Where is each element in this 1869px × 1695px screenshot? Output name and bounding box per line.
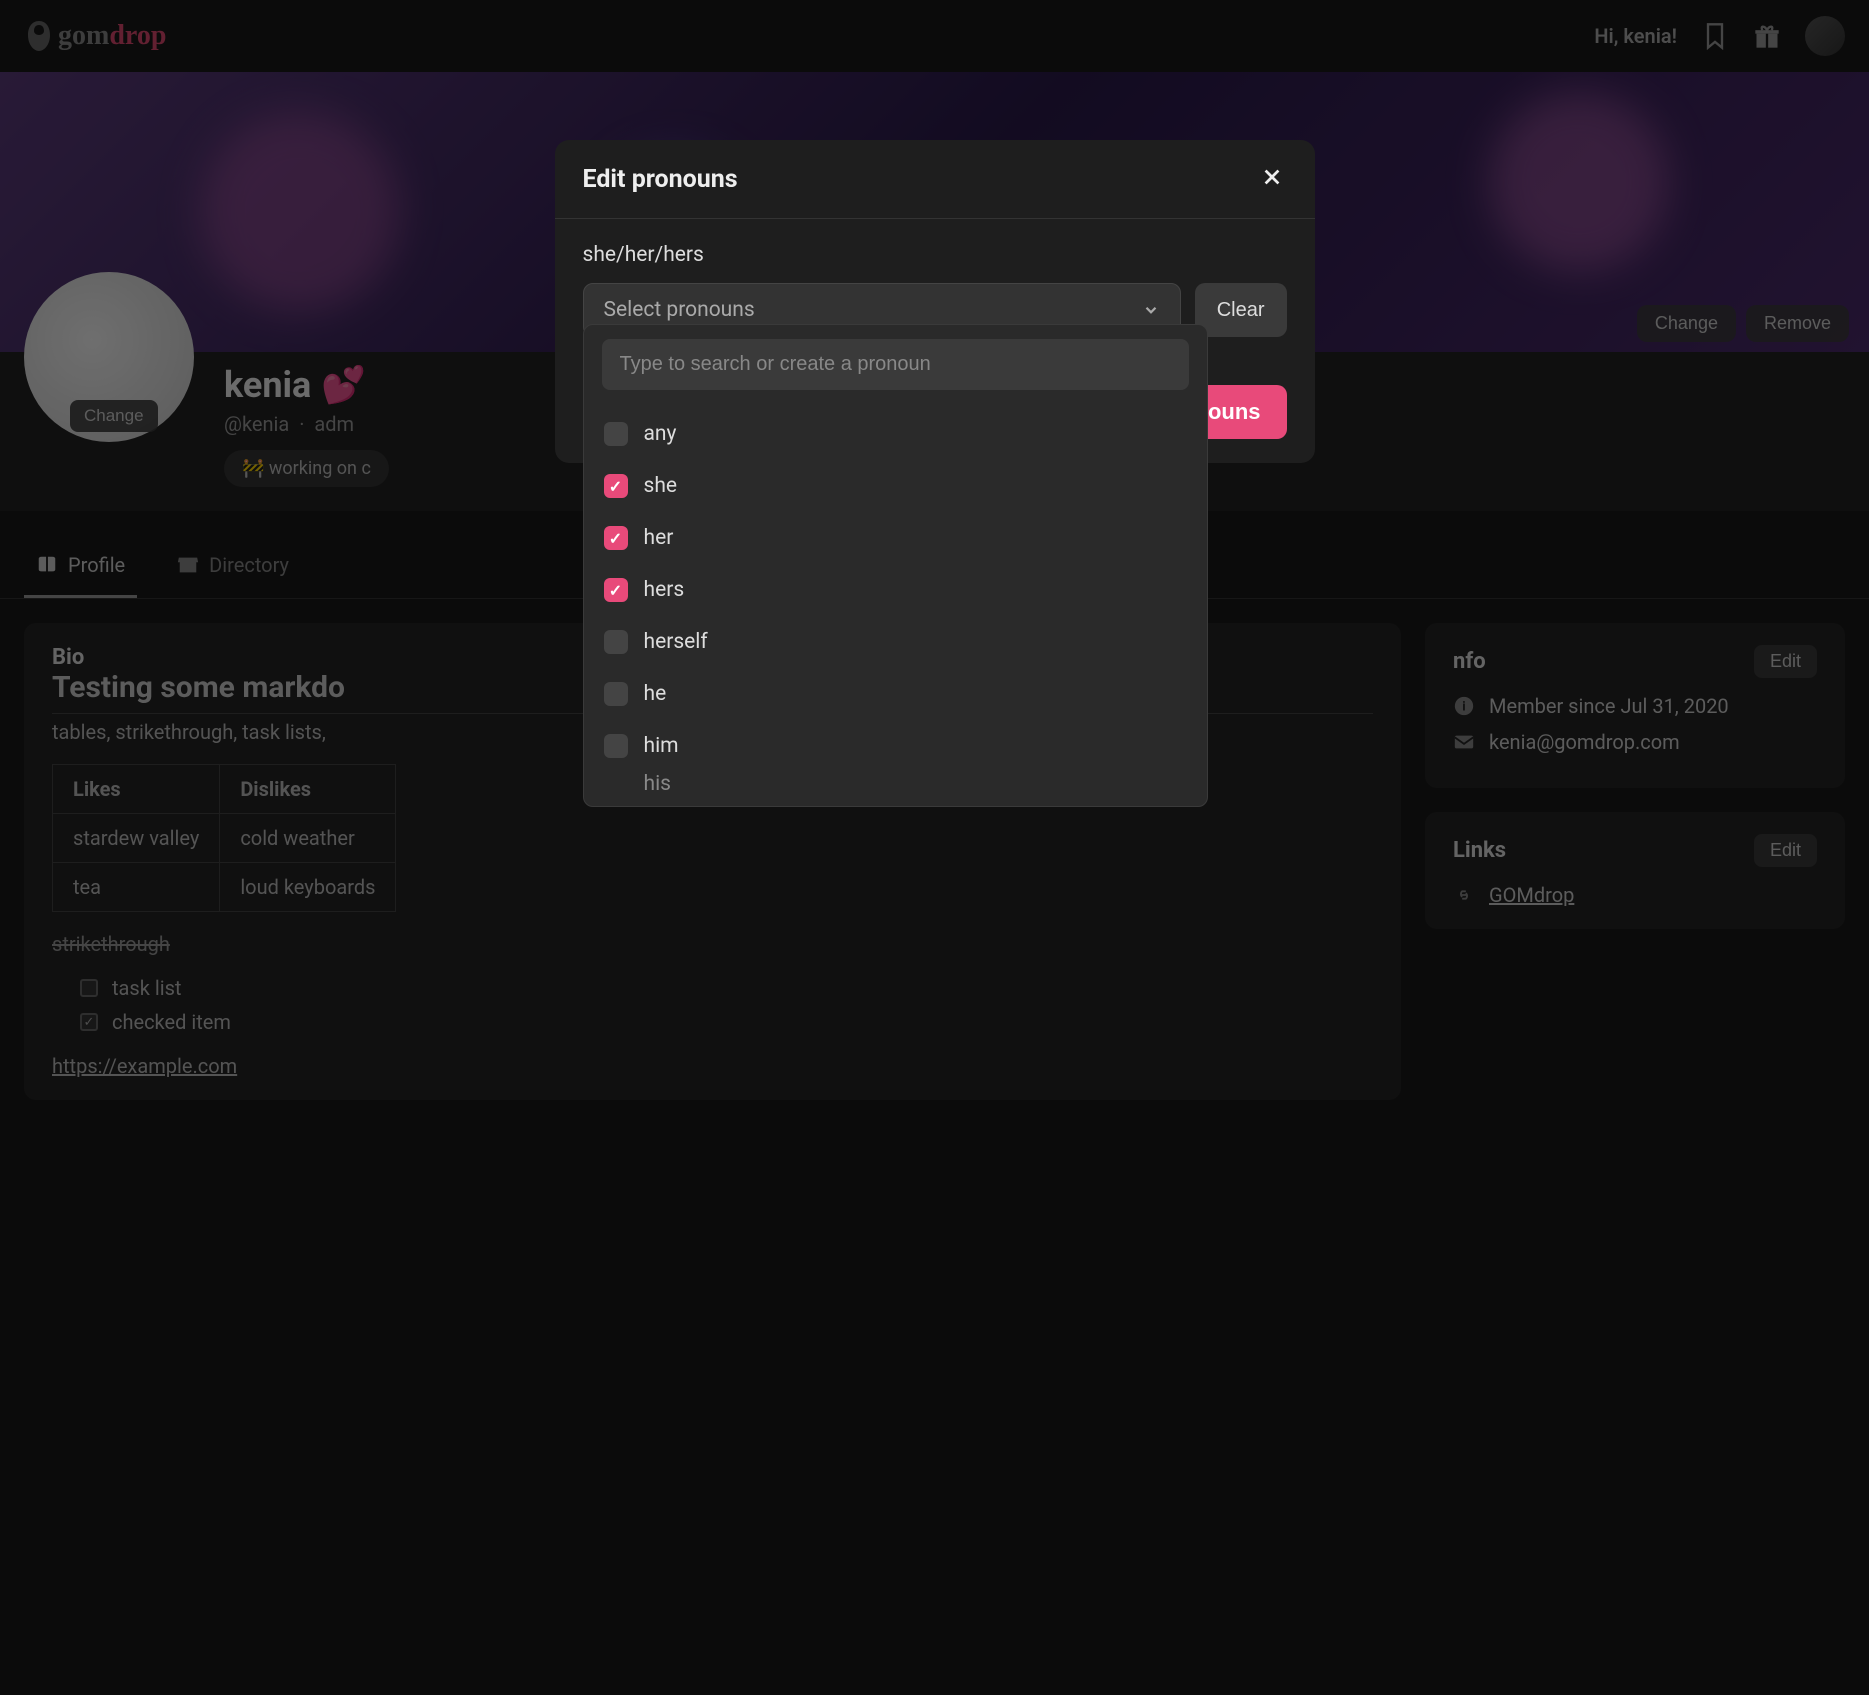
modal-header: Edit pronouns — [555, 140, 1315, 219]
checkbox-checked-icon — [604, 526, 628, 550]
checkbox-checked-icon — [604, 578, 628, 602]
option-label: him — [644, 734, 679, 758]
current-pronouns: she/her/hers — [583, 243, 1287, 267]
option-label: herself — [644, 630, 708, 654]
pronoun-option-partial[interactable]: his — [602, 772, 1189, 796]
pronoun-option-any[interactable]: any — [602, 408, 1189, 460]
select-placeholder: Select pronouns — [604, 298, 755, 322]
pronoun-option-hers[interactable]: hers — [602, 564, 1189, 616]
pronoun-search-input[interactable] — [602, 339, 1189, 390]
checkbox-icon — [604, 422, 628, 446]
dropdown-list[interactable]: any she her hers herself — [584, 404, 1207, 806]
clear-button[interactable]: Clear — [1195, 283, 1287, 337]
pronoun-option-her[interactable]: her — [602, 512, 1189, 564]
checkbox-checked-icon — [604, 474, 628, 498]
checkbox-icon — [604, 734, 628, 758]
option-label: hers — [644, 578, 685, 602]
chevron-down-icon — [1142, 301, 1160, 319]
modal-overlay[interactable]: Edit pronouns she/her/hers Select pronou… — [0, 0, 1869, 1695]
checkbox-icon — [604, 630, 628, 654]
pronoun-option-him[interactable]: him — [602, 720, 1189, 772]
pronoun-option-he[interactable]: he — [602, 668, 1189, 720]
checkbox-icon — [604, 682, 628, 706]
option-label: he — [644, 682, 667, 706]
close-icon — [1261, 166, 1283, 188]
pronoun-option-herself[interactable]: herself — [602, 616, 1189, 668]
close-button[interactable] — [1257, 164, 1287, 194]
edit-pronouns-modal: Edit pronouns she/her/hers Select pronou… — [555, 140, 1315, 463]
option-label: any — [644, 422, 677, 446]
option-label: she — [644, 474, 678, 498]
pronoun-option-she[interactable]: she — [602, 460, 1189, 512]
option-label: her — [644, 526, 674, 550]
modal-title: Edit pronouns — [583, 165, 738, 194]
pronouns-dropdown: any she her hers herself — [583, 324, 1208, 807]
